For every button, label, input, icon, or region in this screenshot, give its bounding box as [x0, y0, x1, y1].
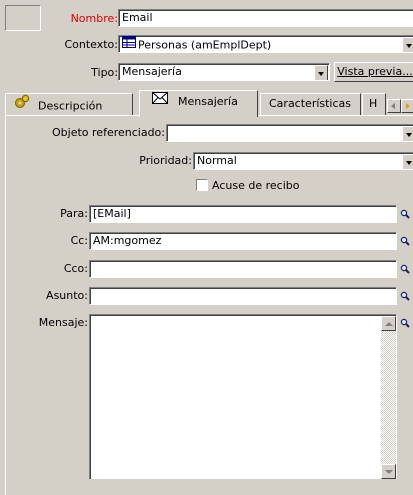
arrow-left-icon [391, 103, 395, 109]
tab-h-label: H [369, 97, 378, 110]
mensaje-scrollbar[interactable] [381, 316, 396, 479]
tab-mensajeria[interactable]: Mensajería [139, 90, 258, 117]
magnifier-icon [398, 287, 412, 305]
tab-h[interactable]: H [362, 93, 386, 115]
contexto-value: Personas (amEmplDept) [138, 38, 272, 52]
cc-field[interactable]: AM:mgomez [89, 232, 397, 250]
magnifier-icon [398, 232, 412, 250]
para-label: Para: [60, 207, 88, 220]
cco-field[interactable] [89, 260, 397, 278]
tab-scroll-left-button[interactable] [387, 99, 401, 113]
scroll-down-button[interactable] [381, 464, 396, 479]
tab-caracteristicas[interactable]: Características [260, 93, 361, 115]
para-field[interactable]: [EMail] [89, 205, 397, 223]
prioridad-value: Normal [197, 154, 237, 167]
gears-icon [14, 94, 30, 115]
prioridad-label: Prioridad: [139, 154, 192, 167]
magnifier-icon [398, 314, 412, 332]
tab-caracteristicas-label: Características [269, 97, 352, 110]
cco-zoom-button[interactable] [398, 260, 412, 278]
tipo-dropdown-button[interactable] [314, 65, 328, 80]
asunto-label: Asunto: [46, 289, 88, 302]
prioridad-select[interactable]: Normal [193, 152, 413, 170]
record-image-placeholder [5, 5, 41, 31]
table-icon [122, 36, 136, 52]
arrow-right-icon [406, 103, 410, 109]
scroll-up-button[interactable] [381, 316, 396, 331]
tab-descripcion-label: Descripción [38, 99, 103, 113]
tipo-label: Tipo: [91, 66, 118, 79]
tipo-select[interactable]: Mensajería [118, 63, 330, 81]
para-zoom-button[interactable] [398, 205, 412, 223]
nombre-label: Nombre: [70, 12, 118, 25]
nombre-field[interactable]: Email [118, 9, 413, 27]
tipo-value: Mensajería [122, 65, 182, 78]
mensaje-textarea[interactable] [89, 314, 397, 479]
cc-zoom-button[interactable] [398, 232, 412, 250]
arrow-up-icon [385, 322, 393, 326]
objeto-referenciado-select[interactable] [166, 124, 413, 142]
vista-previa-button[interactable]: Vista previa... [334, 62, 413, 82]
envelope-icon [152, 91, 168, 111]
cco-label: Cco: [63, 262, 88, 275]
contexto-dropdown-button[interactable] [402, 37, 413, 52]
magnifier-icon [398, 260, 412, 278]
asunto-field[interactable] [89, 287, 397, 305]
mensaje-label: Mensaje: [38, 316, 88, 329]
acuse-de-recibo-label: Acuse de recibo [212, 179, 300, 192]
asunto-zoom-button[interactable] [398, 287, 412, 305]
magnifier-icon [398, 205, 412, 223]
mensaje-zoom-button[interactable] [398, 314, 412, 332]
arrow-down-icon [385, 470, 393, 474]
contexto-label: Contexto: [64, 38, 118, 51]
tab-descripcion[interactable]: Descripción [5, 93, 133, 115]
objeto-referenciado-dropdown-button[interactable] [402, 126, 413, 141]
tab-mensajeria-label: Mensajería [178, 95, 238, 108]
acuse-de-recibo-checkbox[interactable] [196, 179, 208, 191]
tab-scroll-right-button[interactable] [401, 99, 413, 113]
objeto-referenciado-label: Objeto referenciado: [52, 126, 165, 139]
prioridad-dropdown-button[interactable] [402, 154, 413, 169]
contexto-field[interactable]: Personas (amEmplDept) [118, 35, 413, 53]
cc-label: Cc: [70, 234, 88, 247]
vista-previa-label: Vista previa... [337, 65, 413, 78]
